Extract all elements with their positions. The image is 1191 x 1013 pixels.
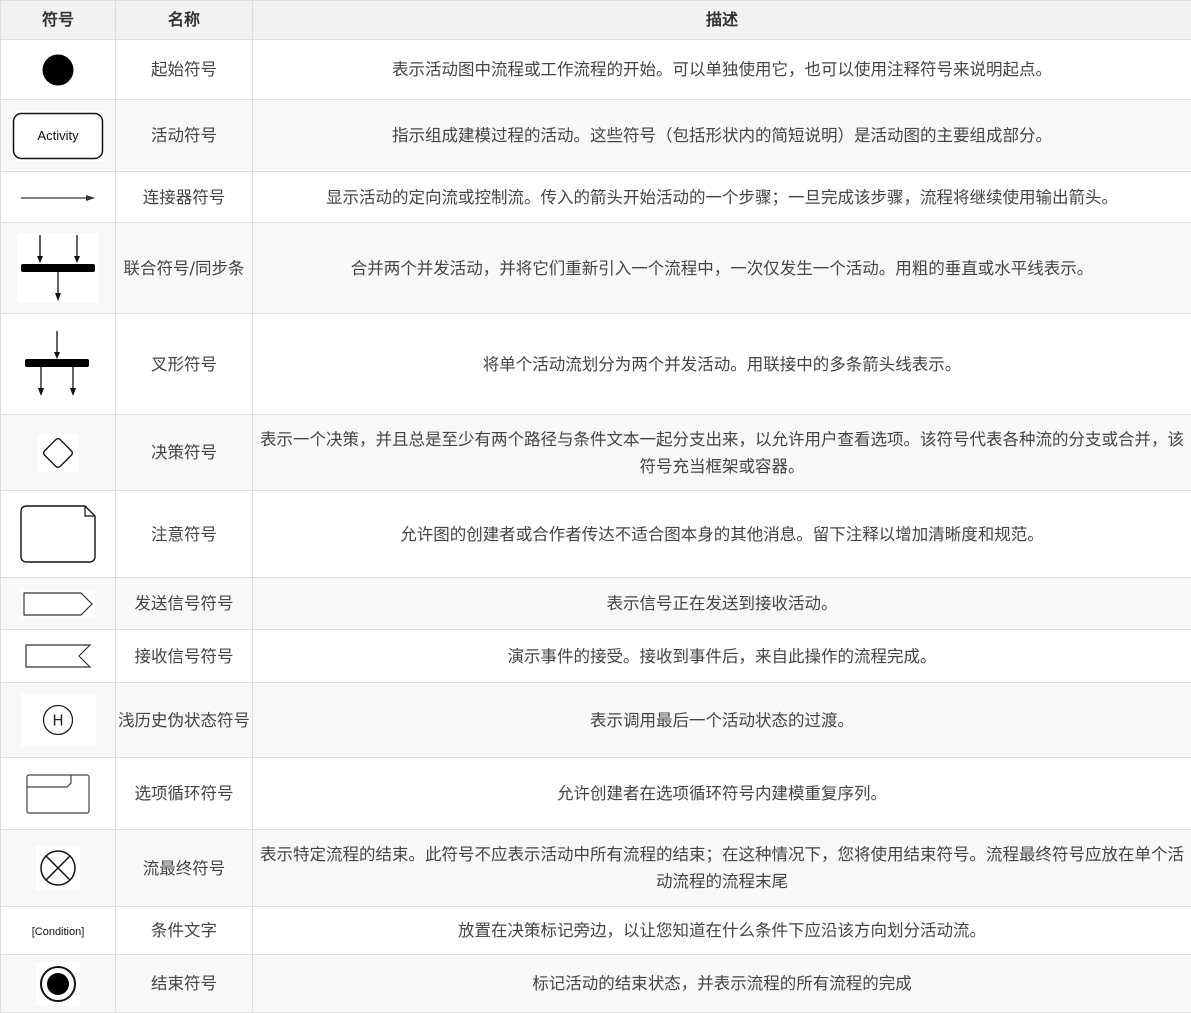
option-loop-icon [25,772,91,816]
symbol-name: 选项循环符号 [116,758,253,830]
table-row: 接收信号符号 演示事件的接受。接收到事件后，来自此操作的流程完成。 [1,630,1191,683]
uml-activity-symbols-table: 符号 名称 描述 起始符号 表示活动图中流程或工作流程的开始。可以单独使用它，也… [0,0,1191,1013]
symbol-name: 流最终符号 [116,830,253,907]
table-row: 流最终符号 表示特定流程的结束。此符号不应表示活动中所有流程的结束；在这种情况下… [1,830,1191,907]
symbol-cell [1,491,116,578]
symbol-description: 表示一个决策，并且总是至少有两个路径与条件文本一起分支出来，以允许用户查看选项。… [253,415,1191,491]
symbol-description: 指示组成建模过程的活动。这些符号（包括形状内的简短说明）是活动图的主要组成部分。 [253,100,1191,172]
symbol-description: 允许创建者在选项循环符号内建模重复序列。 [253,758,1191,830]
symbol-cell [1,40,116,100]
symbol-description: 允许图的创建者或合作者传达不适合图本身的其他消息。留下注释以增加清晰度和规范。 [253,491,1191,578]
symbol-description: 表示调用最后一个活动状态的过渡。 [253,683,1191,758]
symbol-cell: [Condition] [1,907,116,955]
join-bar-icon [17,233,99,303]
symbol-cell [1,314,116,415]
initial-node-icon [38,50,78,90]
symbol-cell [1,578,116,630]
symbol-name: 条件文字 [116,907,253,955]
symbol-description: 放置在决策标记旁边，以让您知道在什么条件下应沿该方向划分活动流。 [253,907,1191,955]
table-row: Activity 活动符号 指示组成建模过程的活动。这些符号（包括形状内的简短说… [1,100,1191,172]
symbol-description: 合并两个并发活动，并将它们重新引入一个流程中，一次仅发生一个活动。用粗的垂直或水… [253,223,1191,314]
header-description: 描述 [253,1,1191,40]
symbol-description: 将单个活动流划分为两个并发活动。用联接中的多条箭头线表示。 [253,314,1191,415]
activity-icon-label: Activity [37,128,79,143]
connector-arrow-icon [20,192,96,204]
symbol-name: 连接器符号 [116,172,253,223]
table-row: 叉形符号 将单个活动流划分为两个并发活动。用联接中的多条箭头线表示。 [1,314,1191,415]
table-row: 决策符号 表示一个决策，并且总是至少有两个路径与条件文本一起分支出来，以允许用户… [1,415,1191,491]
symbol-cell [1,830,116,907]
flow-final-icon [36,846,80,890]
receive-signal-icon [23,642,93,670]
activity-icon: Activity [12,111,104,161]
table-row: 连接器符号 显示活动的定向流或控制流。传入的箭头开始活动的一个步骤；一旦完成该步… [1,172,1191,223]
symbol-name: 决策符号 [116,415,253,491]
symbol-description: 演示事件的接受。接收到事件后，来自此操作的流程完成。 [253,630,1191,683]
symbol-cell [1,630,116,683]
header-name: 名称 [116,1,253,40]
symbol-name: 发送信号符号 [116,578,253,630]
table-row: 起始符号 表示活动图中流程或工作流程的开始。可以单独使用它，也可以使用注释符号来… [1,40,1191,100]
shallow-history-icon: H [21,694,96,746]
symbol-cell [1,415,116,491]
symbol-description: 表示信号正在发送到接收活动。 [253,578,1191,630]
symbol-description: 表示特定流程的结束。此符号不应表示活动中所有流程的结束；在这种情况下，您将使用结… [253,830,1191,907]
symbol-name: 起始符号 [116,40,253,100]
symbol-name: 浅历史伪状态符号 [116,683,253,758]
header-symbol: 符号 [1,1,116,40]
symbol-cell [1,172,116,223]
symbol-name: 叉形符号 [116,314,253,415]
final-node-icon [36,962,80,1006]
history-icon-label: H [52,712,63,730]
symbol-name: 结束符号 [116,955,253,1013]
table-row: 联合符号/同步条 合并两个并发活动，并将它们重新引入一个流程中，一次仅发生一个活… [1,223,1191,314]
note-icon [19,504,97,564]
symbol-name: 联合符号/同步条 [116,223,253,314]
table-row: 选项循环符号 允许创建者在选项循环符号内建模重复序列。 [1,758,1191,830]
condition-text-icon: [Condition] [30,923,87,941]
table-header-row: 符号 名称 描述 [1,1,1191,40]
decision-diamond-icon [37,434,79,472]
table-row: [Condition] 条件文字 放置在决策标记旁边，以让您知道在什么条件下应沿… [1,907,1191,955]
send-signal-icon [21,589,95,619]
symbol-description: 表示活动图中流程或工作流程的开始。可以单独使用它，也可以使用注释符号来说明起点。 [253,40,1191,100]
symbol-name: 注意符号 [116,491,253,578]
symbol-cell: Activity [1,100,116,172]
symbol-cell [1,955,116,1013]
symbol-cell [1,223,116,314]
table-row: 注意符号 允许图的创建者或合作者传达不适合图本身的其他消息。留下注释以增加清晰度… [1,491,1191,578]
table-row: 结束符号 标记活动的结束状态，并表示流程的所有流程的完成 [1,955,1191,1013]
symbol-name: 接收信号符号 [116,630,253,683]
symbol-description: 标记活动的结束状态，并表示流程的所有流程的完成 [253,955,1191,1013]
symbol-cell [1,758,116,830]
symbol-name: 活动符号 [116,100,253,172]
table-row: H 浅历史伪状态符号 表示调用最后一个活动状态的过渡。 [1,683,1191,758]
fork-bar-icon [23,329,93,399]
table-row: 发送信号符号 表示信号正在发送到接收活动。 [1,578,1191,630]
symbol-description: 显示活动的定向流或控制流。传入的箭头开始活动的一个步骤；一旦完成该步骤，流程将继… [253,172,1191,223]
symbol-cell: H [1,683,116,758]
